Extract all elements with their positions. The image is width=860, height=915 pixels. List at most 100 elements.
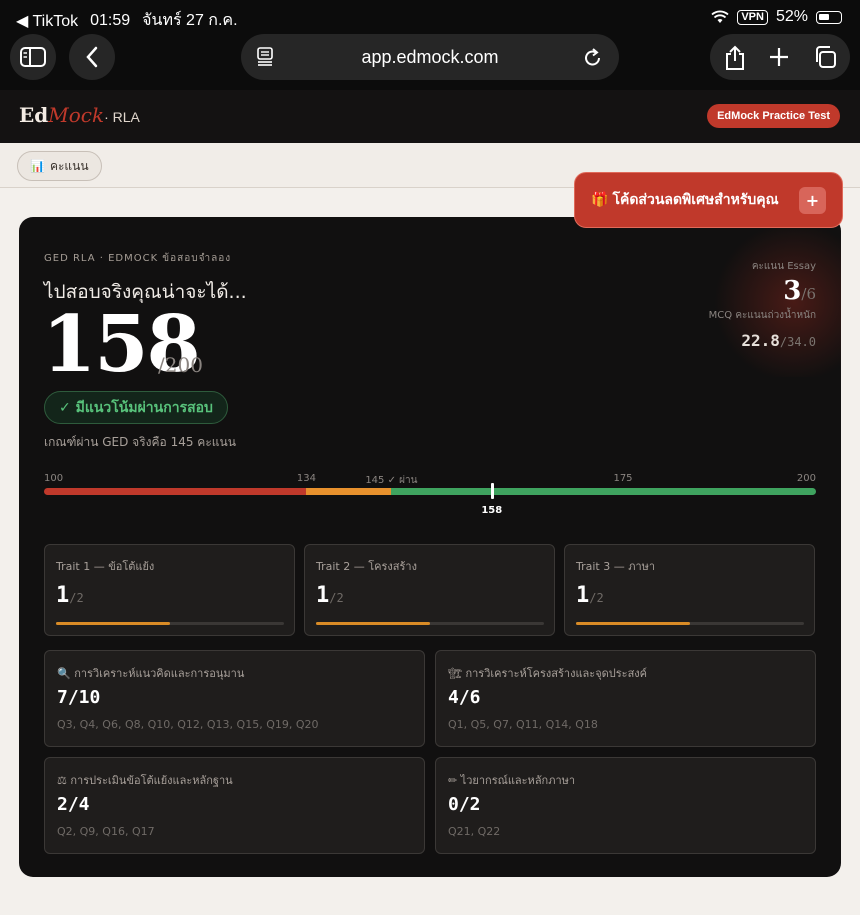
category-questions: Q3, Q4, Q6, Q8, Q10, Q12, Q13, Q15, Q19,… [57, 718, 319, 731]
back-to-app-link[interactable]: ◀ TikTok [16, 11, 78, 31]
scale-tick-label: 134 [296, 473, 317, 484]
score-tab-label: คะแนน [49, 158, 89, 173]
trait-max: /2 [589, 591, 604, 605]
essay-label: คะแนน Essay [751, 261, 816, 272]
reader-icon[interactable] [257, 47, 273, 67]
mcq-max: /34.0 [779, 335, 816, 349]
scale-segment [391, 488, 816, 495]
trait-score-line: 1/2 [56, 583, 84, 608]
mcq-score: 22.8 [741, 331, 780, 350]
sidebar-button[interactable] [10, 34, 56, 80]
address-bar[interactable]: app.edmock.com [241, 34, 619, 80]
trait-progress-track [576, 622, 804, 625]
score-breakdown-summary: คะแนน Essay 3/6 MCQ คะแนนถ่วงน้ำหนัก 22.… [709, 259, 816, 350]
practice-test-button[interactable]: EdMock Practice Test [707, 104, 840, 128]
scale-tick-label: 145 ✓ ผ่าน [365, 475, 418, 486]
category-card: 🏗 การวิเคราะห์โครงสร้างและจุดประสงค์ 4/6 Q… [435, 650, 816, 747]
date: จันทร์ 27 ก.ค. [142, 12, 238, 29]
essay-max: /6 [801, 285, 816, 303]
category-score: 2/4 [57, 794, 90, 815]
scale-tick-label: 175 [613, 473, 633, 484]
trait-max: /2 [329, 591, 344, 605]
status-bar: ◀ TikTok 01:59 จันทร์ 27 ก.ค. VPN 52% [0, 0, 860, 34]
sidebar-icon [20, 47, 46, 67]
trait-title: Trait 1 — ข้อโต้แย้ง [56, 560, 155, 573]
edmock-logo[interactable]: EdMock· RLA [19, 103, 140, 127]
pass-status-badge: ✓ มีแนวโน้มผ่านการสอบ [44, 391, 228, 424]
category-title-line: 🔍 การวิเคราะห์แนวคิดและการอนุมาน [57, 664, 244, 682]
category-card: 🔍 การวิเคราะห์แนวคิดและการอนุมาน 7/10 Q3, … [44, 650, 425, 747]
trait-score: 1 [316, 583, 330, 608]
category-title-line: 🏗 การวิเคราะห์โครงสร้างและจุดประสงค์ [448, 664, 647, 682]
scale-segment [44, 488, 307, 495]
pass-threshold-note: เกณฑ์ผ่าน GED จริงคือ 145 คะแนน [44, 435, 236, 449]
trait-progress-track [56, 622, 284, 625]
new-tab-icon[interactable] [769, 47, 789, 67]
category-title: การประเมินข้อโต้แย้งและหลักฐาน [70, 774, 233, 787]
trait-card: Trait 1 — ข้อโต้แย้ง 1/2 [44, 544, 295, 636]
trait-score-line: 1/2 [316, 583, 344, 608]
mcq-score-line: 22.8/34.0 [709, 331, 816, 350]
chevron-left-icon [86, 46, 98, 68]
category-questions: Q1, Q5, Q7, Q11, Q14, Q18 [448, 718, 598, 731]
score-marker [490, 483, 494, 499]
category-title: ไวยากรณ์และหลักภาษา [460, 774, 576, 787]
logo-mock: Mock [48, 103, 105, 127]
clock: 01:59 [90, 11, 131, 29]
gift-icon: 🎁 [591, 192, 609, 208]
mcq-label: MCQ คะแนนถ่วงน้ำหนัก [708, 310, 816, 321]
reload-icon[interactable] [583, 46, 603, 68]
category-icon: 🏗 [448, 667, 462, 680]
trait-title: Trait 2 — โครงสร้าง [316, 560, 417, 573]
site-header: EdMock· RLA EdMock Practice Test [0, 90, 860, 143]
trait-progress-fill [56, 622, 170, 625]
essay-score: 3 [783, 276, 802, 306]
scale-tick-label: 200 [796, 473, 816, 484]
trait-progress-fill [576, 622, 690, 625]
category-icon: ✏ [448, 774, 458, 787]
category-questions: Q21, Q22 [448, 825, 501, 838]
category-title: การวิเคราะห์โครงสร้างและจุดประสงค์ [465, 667, 648, 680]
plus-icon[interactable]: + [799, 187, 826, 214]
trait-max: /2 [69, 591, 84, 605]
category-score: 4/6 [448, 687, 481, 708]
promo-code-button[interactable]: 🎁 โค้ดส่วนลดพิเศษสำหรับคุณ + [574, 172, 843, 228]
browser-toolbar: app.edmock.com [0, 34, 860, 90]
category-card: ✏ ไวยากรณ์และหลักภาษา 0/2 Q21, Q22 [435, 757, 816, 854]
trait-card: Trait 2 — โครงสร้าง 1/2 [304, 544, 555, 636]
scale-tick-label: 100 [44, 473, 64, 484]
score-marker-label: 158 [481, 505, 503, 516]
trait-score: 1 [56, 583, 70, 608]
chart-icon: 📊 [30, 159, 45, 173]
result-eyebrow: GED RLA · EDMOCK ข้อสอบจำลอง [44, 253, 232, 264]
toolbar-actions [710, 34, 850, 80]
score-scale-bar [44, 488, 816, 495]
share-icon[interactable] [724, 45, 746, 71]
category-questions: Q2, Q9, Q16, Q17 [57, 825, 155, 838]
url-text: app.edmock.com [361, 46, 499, 67]
tabs-icon[interactable] [813, 45, 837, 69]
category-title-line: ⚖ การประเมินข้อโต้แย้งและหลักฐาน [57, 771, 233, 789]
vpn-badge: VPN [737, 9, 768, 25]
score-tab[interactable]: 📊 คะแนน [17, 151, 102, 181]
essay-score-line: 3/6 [709, 276, 816, 306]
scale-segment [306, 488, 392, 495]
result-card: GED RLA · EDMOCK ข้อสอบจำลอง ไปสอบจริงคุ… [19, 217, 841, 877]
category-score: 0/2 [448, 794, 481, 815]
back-button[interactable] [69, 34, 115, 80]
battery-percent: 52% [775, 8, 808, 25]
category-icon: 🔍 [57, 667, 71, 680]
category-card: ⚖ การประเมินข้อโต้แย้งและหลักฐาน 2/4 Q2, Q… [44, 757, 425, 854]
trait-title: Trait 3 — ภาษา [576, 560, 656, 573]
score-scale: 100 134 145 ✓ ผ่าน 175 200 158 [44, 473, 816, 523]
logo-suffix: · RLA [104, 109, 140, 125]
battery-icon [816, 10, 842, 24]
trait-score-line: 1/2 [576, 583, 604, 608]
category-title-line: ✏ ไวยากรณ์และหลักภาษา [448, 771, 575, 789]
wifi-icon [711, 10, 729, 23]
logo-ed: Ed [19, 103, 49, 127]
trait-card: Trait 3 — ภาษา 1/2 [564, 544, 815, 636]
trait-progress-track [316, 622, 544, 625]
category-title: การวิเคราะห์แนวคิดและการอนุมาน [74, 667, 245, 680]
category-icon: ⚖ [57, 774, 67, 787]
